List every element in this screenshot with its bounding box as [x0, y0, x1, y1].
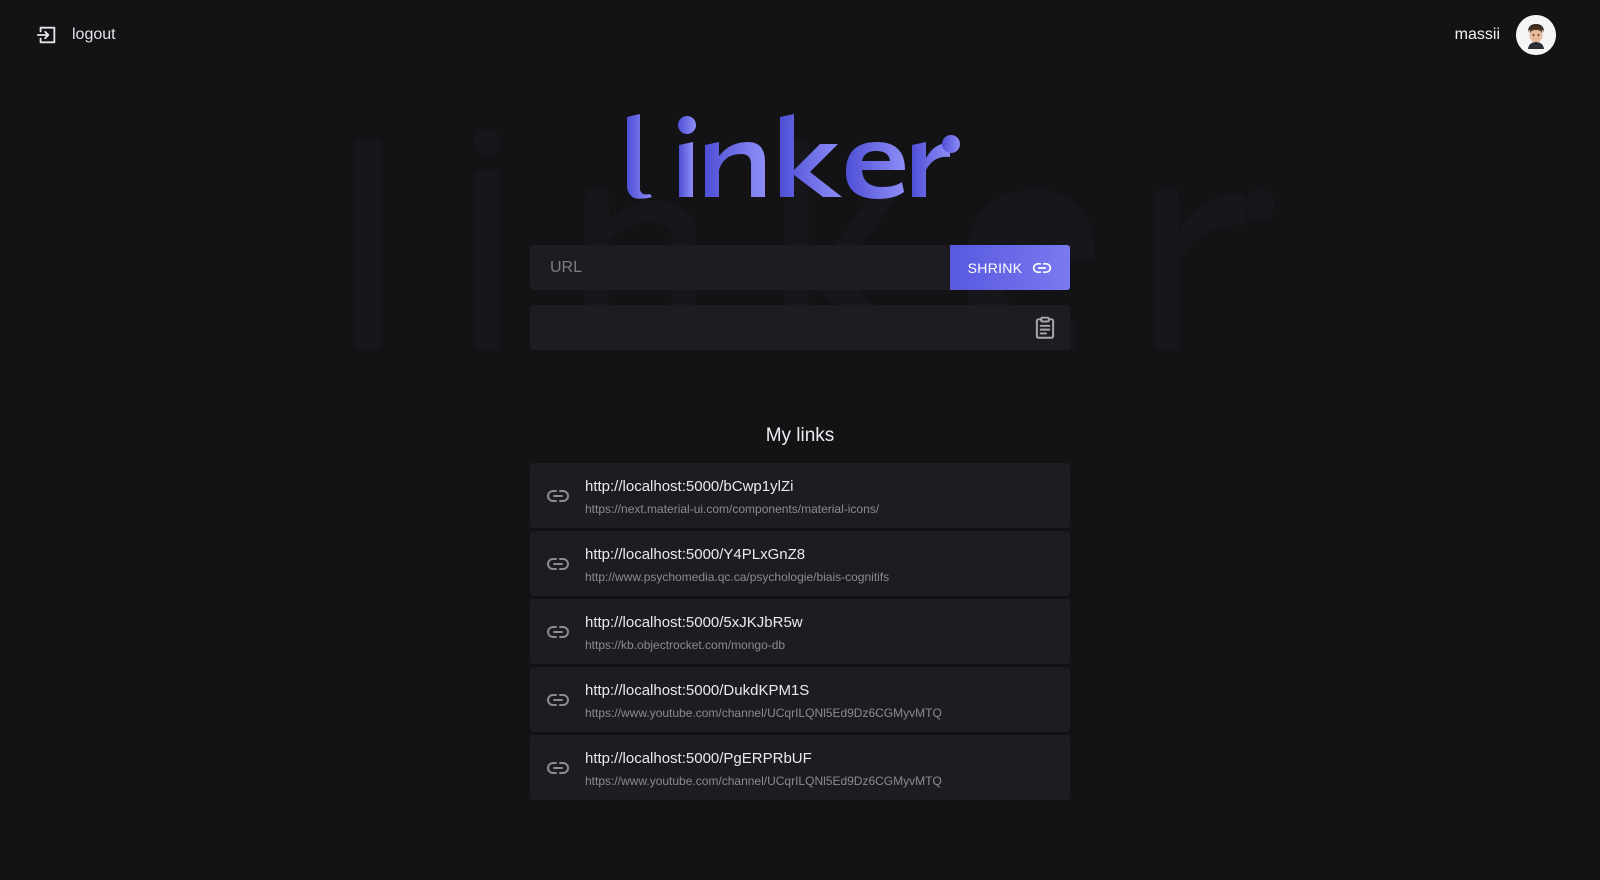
url-input[interactable] [530, 245, 950, 290]
original-url: https://www.youtube.com/channel/UCqrILQN… [585, 774, 942, 788]
short-url[interactable]: http://localhost:5000/DukdKPM1S [585, 682, 809, 699]
user-avatar-icon [1516, 15, 1556, 55]
short-url-output[interactable] [530, 305, 1070, 350]
list-item[interactable]: http://localhost:5000/5xJKJbR5w https://… [530, 599, 1070, 664]
list-item[interactable]: http://localhost:5000/DukdKPM1S https://… [530, 667, 1070, 732]
link-icon [546, 620, 570, 644]
brand-logo [620, 100, 970, 210]
user-menu: massii [1455, 15, 1556, 55]
shrink-button-label: SHRINK [967, 259, 1023, 276]
shrink-button[interactable]: SHRINK [950, 245, 1070, 290]
original-url: http://www.psychomedia.qc.ca/psychologie… [585, 570, 890, 584]
original-url: https://www.youtube.com/channel/UCqrILQN… [585, 706, 942, 720]
page: logout massii URL SHRINK My links http:/… [0, 0, 1600, 880]
original-url: https://next.material-ui.com/components/… [585, 502, 880, 516]
link-icon [546, 484, 570, 508]
avatar[interactable] [1516, 15, 1556, 55]
logout-icon [36, 24, 58, 46]
short-url[interactable]: http://localhost:5000/bCwp1ylZi [585, 478, 793, 495]
original-url: https://kb.objectrocket.com/mongo-db [585, 638, 786, 652]
list-item[interactable]: http://localhost:5000/bCwp1ylZi https://… [530, 463, 1070, 528]
link-icon [1032, 258, 1052, 278]
logo-wordmark [627, 114, 960, 199]
logout-label: logout [72, 26, 116, 43]
link-icon [546, 756, 570, 780]
short-url[interactable]: http://localhost:5000/Y4PLxGnZ8 [585, 546, 805, 563]
list-item[interactable]: http://localhost:5000/Y4PLxGnZ8 http://w… [530, 531, 1070, 596]
url-form: SHRINK [530, 245, 1070, 290]
links-list: http://localhost:5000/bCwp1ylZi https://… [530, 463, 1070, 803]
list-item[interactable]: http://localhost:5000/PgERPRbUF https://… [530, 735, 1070, 800]
logout-button[interactable]: logout [36, 24, 116, 46]
link-icon [546, 552, 570, 576]
username: massii [1454, 26, 1500, 43]
link-icon [546, 688, 570, 712]
short-url[interactable]: http://localhost:5000/5xJKJbR5w [585, 614, 803, 631]
my-links-title: My links [765, 425, 835, 446]
short-url[interactable]: http://localhost:5000/PgERPRbUF [585, 750, 812, 767]
clipboard-icon[interactable] [1032, 315, 1058, 341]
